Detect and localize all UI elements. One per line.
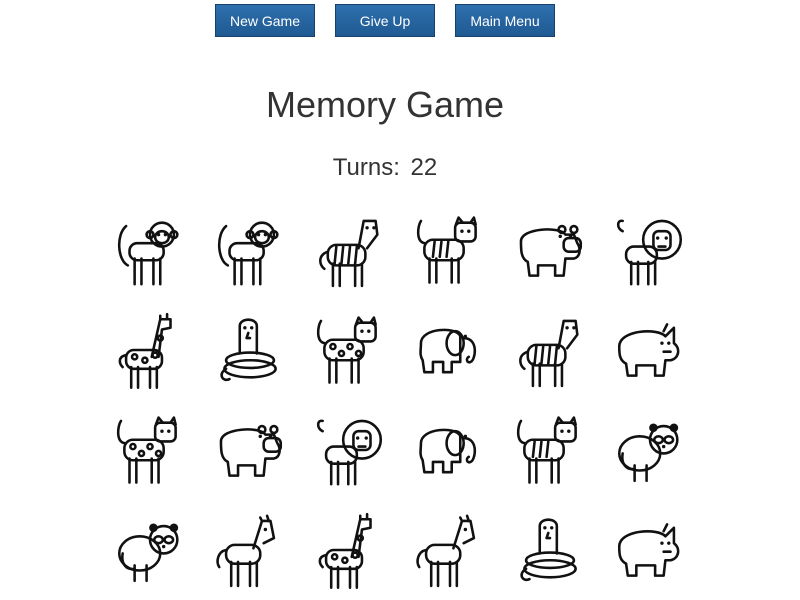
elephant-icon — [419, 328, 477, 374]
hippo-icon — [519, 224, 583, 277]
card-snake[interactable] — [500, 500, 600, 600]
leopard-icon — [116, 416, 177, 484]
turns-label: Turns: — [332, 154, 400, 181]
card-elephant[interactable] — [400, 300, 500, 400]
lion-icon — [316, 419, 383, 486]
card-lion[interactable] — [300, 400, 400, 500]
card-snake[interactable] — [200, 300, 300, 400]
toolbar: New Game Give Up Main Menu — [0, 4, 770, 37]
snake-icon — [520, 518, 577, 582]
card-giraffe[interactable] — [300, 500, 400, 600]
card-panda[interactable] — [100, 500, 200, 600]
horse-icon — [416, 514, 476, 588]
turn-counter: Turns: 22 — [0, 154, 770, 182]
card-grid — [100, 200, 700, 600]
tiger-icon — [516, 416, 577, 484]
giraffe-icon — [318, 512, 372, 589]
rhino-icon — [617, 323, 680, 377]
panda-icon — [617, 423, 679, 483]
tiger-icon — [416, 216, 477, 284]
zebra-icon — [319, 219, 379, 288]
card-horse[interactable] — [200, 500, 300, 600]
card-hippo[interactable] — [200, 400, 300, 500]
elephant-icon — [419, 428, 477, 474]
monkey-icon — [117, 221, 179, 286]
zebra-icon — [519, 319, 579, 388]
hippo-icon — [219, 424, 283, 477]
card-lion[interactable] — [600, 200, 700, 300]
card-hippo[interactable] — [500, 200, 600, 300]
give-up-button[interactable]: Give Up — [335, 4, 435, 37]
card-horse[interactable] — [400, 500, 500, 600]
card-tiger[interactable] — [500, 400, 600, 500]
rhino-icon — [617, 523, 680, 577]
turns-value: 22 — [410, 154, 438, 181]
main-menu-button[interactable]: Main Menu — [455, 4, 555, 37]
card-zebra[interactable] — [500, 300, 600, 400]
card-panda[interactable] — [600, 400, 700, 500]
panda-icon — [117, 523, 179, 583]
giraffe-icon — [118, 312, 172, 389]
leopard-icon — [316, 316, 377, 384]
monkey-icon — [217, 221, 279, 286]
snake-icon — [220, 318, 277, 382]
card-rhino[interactable] — [600, 300, 700, 400]
card-rhino[interactable] — [600, 500, 700, 600]
page-title: Memory Game — [265, 84, 505, 125]
card-monkey[interactable] — [200, 200, 300, 300]
horse-icon — [216, 514, 276, 588]
new-game-button[interactable]: New Game — [215, 4, 315, 37]
card-elephant[interactable] — [400, 400, 500, 500]
card-leopard[interactable] — [100, 400, 200, 500]
card-zebra[interactable] — [300, 200, 400, 300]
card-monkey[interactable] — [100, 200, 200, 300]
card-giraffe[interactable] — [100, 300, 200, 400]
lion-icon — [616, 219, 683, 286]
card-tiger[interactable] — [400, 200, 500, 300]
card-leopard[interactable] — [300, 300, 400, 400]
